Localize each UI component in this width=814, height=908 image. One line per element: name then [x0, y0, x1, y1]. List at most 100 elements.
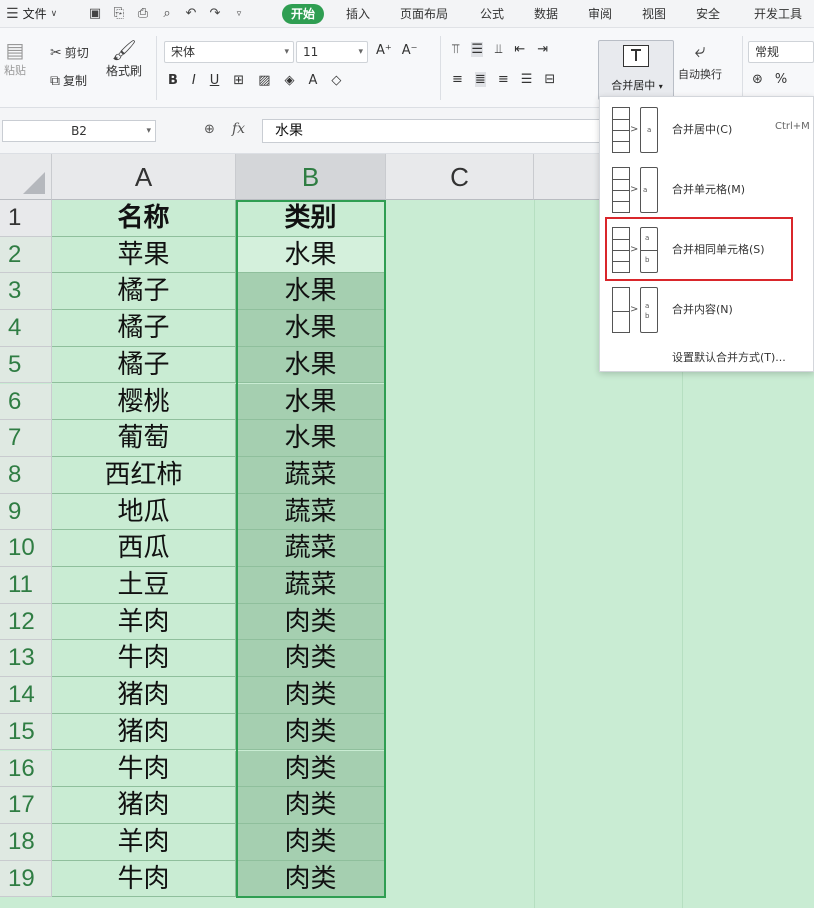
menu-item-merge-same-cells[interactable]: > ab 合并相同单元格(S) [600, 221, 814, 277]
row-header[interactable]: 5 [0, 346, 52, 384]
align-bottom-icon[interactable]: ⫫ [495, 42, 502, 57]
customize-icon[interactable]: ▿ [232, 7, 246, 21]
column-header-c[interactable]: C [386, 154, 534, 200]
merge-center-button[interactable]: 合并居中 ▾ [598, 40, 674, 100]
print-icon[interactable]: ⎙ [136, 6, 150, 21]
indent-increase-icon[interactable]: ⇥ [537, 42, 548, 57]
font-size-select[interactable]: 11 ▾ [296, 41, 368, 63]
row-header[interactable]: 9 [0, 493, 52, 531]
print-preview-icon[interactable]: ⌕ [160, 6, 174, 21]
cell-category[interactable]: 蔬菜 [236, 567, 386, 604]
justify-icon[interactable]: ☰ [521, 72, 533, 87]
tab-formulas[interactable]: 公式 [480, 0, 504, 28]
cell-name[interactable]: 牛肉 [52, 860, 236, 898]
row-header[interactable]: 15 [0, 713, 52, 751]
tab-view[interactable]: 视图 [642, 0, 666, 28]
save-icon[interactable]: ▣ [88, 6, 102, 21]
row-header[interactable]: 18 [0, 823, 52, 861]
select-all-corner[interactable] [0, 154, 52, 200]
currency-icon[interactable]: ⊛ [752, 72, 763, 87]
row-header[interactable]: 14 [0, 677, 52, 714]
format-painter-button[interactable]: 🖌 格式刷 [106, 40, 142, 79]
cell-category[interactable]: 蔬菜 [236, 456, 386, 494]
indent-decrease-icon[interactable]: ⇤ [514, 42, 525, 57]
cell-category[interactable]: 水果 [236, 420, 386, 457]
align-center-icon[interactable]: ≣ [474, 72, 486, 87]
cell-name[interactable]: 樱桃 [52, 383, 236, 421]
cell-category[interactable]: 水果 [236, 346, 386, 384]
cell-name[interactable]: 猪肉 [52, 713, 236, 751]
cell-category[interactable]: 肉类 [236, 860, 386, 898]
cell-name[interactable]: 猪肉 [52, 787, 236, 824]
name-box[interactable]: B2 ▾ [2, 120, 156, 142]
row-header[interactable]: 2 [0, 236, 52, 274]
cell-name[interactable]: 苹果 [52, 236, 236, 274]
italic-icon[interactable]: I [192, 73, 196, 88]
tab-developer[interactable]: 开发工具 [754, 0, 802, 28]
cut-button[interactable]: ✂ 剪切 [50, 44, 89, 61]
font-name-select[interactable]: 宋体 ▾ [164, 41, 294, 63]
cell-name[interactable]: 羊肉 [52, 603, 236, 641]
row-header[interactable]: 10 [0, 530, 52, 567]
clear-format-icon[interactable]: ◇ [331, 73, 341, 88]
tab-home[interactable]: 开始 [282, 4, 325, 24]
cell-category[interactable]: 肉类 [236, 823, 386, 861]
menu-item-merge-center[interactable]: > a 合并居中(C) Ctrl+M [600, 101, 814, 157]
cell-name[interactable]: 西瓜 [52, 530, 236, 567]
menu-item-merge-cells[interactable]: > a 合并单元格(M) [600, 161, 814, 217]
cell-category[interactable]: 蔬菜 [236, 493, 386, 531]
cell-category[interactable]: 水果 [236, 273, 386, 311]
export-icon[interactable]: ⎘ [112, 6, 126, 21]
row-header[interactable]: 13 [0, 640, 52, 678]
increase-font-icon[interactable]: A⁺ [376, 43, 392, 58]
cell-name[interactable]: 地瓜 [52, 493, 236, 531]
fill-color-icon[interactable]: ◈ [284, 73, 294, 88]
row-header[interactable]: 1 [0, 200, 52, 237]
file-menu[interactable]: ☰ 文件 ∨ [0, 5, 78, 22]
redo-icon[interactable]: ↷ [208, 6, 222, 21]
row-header[interactable]: 4 [0, 310, 52, 347]
cell-category[interactable]: 水果 [236, 236, 386, 274]
fx-icon[interactable]: fx [232, 121, 245, 137]
cell-name[interactable]: 猪肉 [52, 677, 236, 714]
cell-category[interactable]: 肉类 [236, 750, 386, 788]
menu-item-set-default-merge[interactable]: 设置默认合并方式(T)... [672, 349, 786, 365]
zoom-search-icon[interactable]: ⊕ [204, 122, 215, 137]
tab-insert[interactable]: 插入 [346, 0, 370, 28]
cell-category[interactable]: 肉类 [236, 713, 386, 751]
cell-category[interactable]: 肉类 [236, 603, 386, 641]
align-middle-icon[interactable]: ☰ [471, 42, 484, 57]
cell-name[interactable]: 橘子 [52, 346, 236, 384]
cell-name[interactable]: 葡萄 [52, 420, 236, 457]
copy-button[interactable]: ⧉ 复制 [50, 72, 87, 89]
fill-pattern-icon[interactable]: ▨ [258, 73, 270, 88]
row-header[interactable]: 12 [0, 603, 52, 641]
header-cell-name[interactable]: 名称 [52, 200, 236, 237]
menu-item-merge-content[interactable]: > ab 合并内容(N) [600, 281, 814, 337]
undo-icon[interactable]: ↶ [184, 6, 198, 21]
distribute-icon[interactable]: ⊟ [544, 72, 555, 87]
row-header[interactable]: 11 [0, 567, 52, 604]
align-right-icon[interactable]: ≡ [498, 72, 509, 87]
align-left-icon[interactable]: ≡ [452, 72, 463, 87]
cell-category[interactable]: 水果 [236, 383, 386, 421]
tab-page-layout[interactable]: 页面布局 [400, 0, 448, 28]
tab-data[interactable]: 数据 [534, 0, 558, 28]
number-format-select[interactable]: 常规 [748, 41, 814, 63]
percent-icon[interactable]: % [775, 72, 787, 87]
cell-name[interactable]: 橘子 [52, 310, 236, 347]
column-header-a[interactable]: A [52, 154, 236, 200]
cell-name[interactable]: 西红柿 [52, 456, 236, 494]
cell-category[interactable]: 肉类 [236, 677, 386, 714]
underline-icon[interactable]: U [210, 73, 220, 88]
cell-category[interactable]: 肉类 [236, 787, 386, 824]
tab-security[interactable]: 安全 [696, 0, 720, 28]
decrease-font-icon[interactable]: A⁻ [402, 43, 418, 58]
header-cell-category[interactable]: 类别 [236, 200, 386, 237]
row-header[interactable]: 3 [0, 273, 52, 311]
row-header[interactable]: 6 [0, 383, 52, 421]
cell-name[interactable]: 牛肉 [52, 640, 236, 678]
cell-name[interactable]: 土豆 [52, 567, 236, 604]
cell-category[interactable]: 水果 [236, 310, 386, 347]
bold-icon[interactable]: B [168, 73, 178, 88]
